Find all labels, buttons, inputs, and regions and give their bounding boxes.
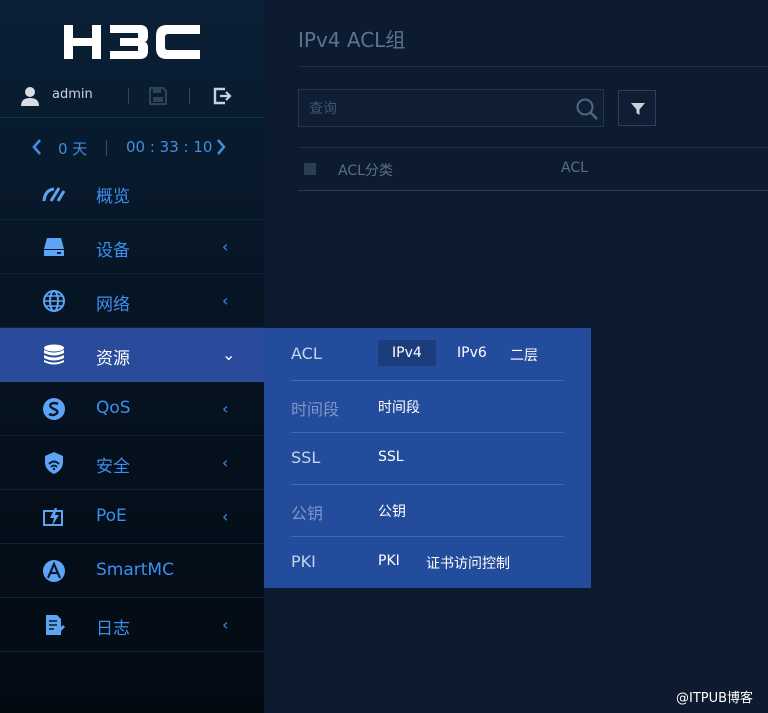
device-drive-icon <box>44 238 64 256</box>
chevron-left-icon: ‹ <box>222 507 229 526</box>
sidebar-item-network[interactable]: 网络 ‹ <box>0 274 264 328</box>
poe-power-icon <box>43 508 63 526</box>
sidebar-item-label: SmartMC <box>96 560 174 580</box>
search-input[interactable] <box>307 98 561 120</box>
sidebar-item-label: QoS <box>96 398 131 418</box>
flyout-category: PKI <box>291 552 316 571</box>
column-header-acl[interactable]: ACL <box>561 160 588 176</box>
flyout-link-ssl[interactable]: SSL <box>378 449 404 465</box>
flyout-row-public-key: 公钥 公钥 <box>291 484 564 537</box>
uptime-days: 0 天 <box>58 140 88 158</box>
sidebar-item-security[interactable]: 安全 ‹ <box>0 436 264 490</box>
flyout-row-pki: PKI PKI 证书访问控制 <box>291 536 564 588</box>
username[interactable]: admin <box>52 87 93 102</box>
flyout-row-acl: ACL IPv4 IPv6 二层 <box>291 328 564 381</box>
sidebar-item-label: 设备 <box>96 241 130 261</box>
database-stack-icon <box>44 344 64 365</box>
qos-icon <box>43 398 65 420</box>
toolbar-separator <box>189 88 190 104</box>
select-all-checkbox[interactable] <box>304 163 316 175</box>
sidebar-item-qos[interactable]: QoS ‹ <box>0 382 264 436</box>
sidebar-item-device[interactable]: 设备 ‹ <box>0 220 264 274</box>
column-header-acl-type[interactable]: ACL分类 <box>338 160 393 180</box>
flyout-link-time-range[interactable]: 时间段 <box>378 397 420 417</box>
flyout-row-ssl: SSL SSL <box>291 432 564 485</box>
page-title: IPv4 ACL组 <box>298 28 406 52</box>
chevron-left-icon: ‹ <box>222 615 229 634</box>
flyout-link-ipv4[interactable]: IPv4 <box>378 340 436 366</box>
resources-flyout-menu: ACL IPv4 IPv6 二层 时间段 时间段 SSL SSL 公钥 公钥 P… <box>264 328 591 588</box>
network-globe-icon <box>43 290 65 312</box>
sidebar-item-log[interactable]: 日志 ‹ <box>0 598 264 652</box>
search-box[interactable] <box>298 89 604 127</box>
sidebar: admin 0 天 00 : 33 : 10 概览 设备 ‹ 网络 ‹ 资源 ⌄… <box>0 0 264 713</box>
flyout-category: 公钥 <box>291 504 324 523</box>
sidebar-item-label: 网络 <box>96 295 130 315</box>
chevron-left-icon: ‹ <box>222 399 229 418</box>
flyout-category: SSL <box>291 448 321 467</box>
save-icon[interactable] <box>148 86 168 106</box>
chevron-right-icon[interactable] <box>216 139 226 159</box>
user-icon <box>21 87 39 106</box>
chevron-down-icon: ⌄ <box>222 345 236 364</box>
sidebar-item-label: 概览 <box>96 187 130 207</box>
watermark-text: @ITPUB博客 <box>676 691 754 706</box>
chevron-left-icon[interactable] <box>32 139 42 159</box>
dashboard-gauge-icon <box>42 187 66 202</box>
sidebar-item-smartmc[interactable]: SmartMC <box>0 544 264 598</box>
security-shield-icon <box>45 452 63 474</box>
uptime-timer: 0 天 00 : 33 : 10 <box>0 136 264 160</box>
chevron-left-icon: ‹ <box>222 291 229 310</box>
h3c-logo <box>64 25 200 59</box>
uptime-clock: 00 : 33 : 10 <box>126 138 213 156</box>
flyout-link-layer2[interactable]: 二层 <box>510 345 538 365</box>
user-toolbar: admin <box>0 80 264 112</box>
filter-icon <box>631 103 645 115</box>
log-document-icon <box>46 615 66 636</box>
title-divider <box>298 66 768 67</box>
sidebar-item-overview[interactable]: 概览 <box>0 166 264 220</box>
toolbar-separator <box>128 88 129 104</box>
logout-icon[interactable] <box>212 86 232 106</box>
sidebar-divider <box>0 117 264 118</box>
flyout-link-ipv6[interactable]: IPv6 <box>457 345 487 361</box>
table-header: ACL分类 ACL <box>298 147 768 191</box>
flyout-row-time-range: 时间段 时间段 <box>291 380 564 433</box>
sidebar-item-label: 安全 <box>96 457 130 477</box>
flyout-link-cert-access-control[interactable]: 证书访问控制 <box>426 553 510 573</box>
sidebar-item-label: 资源 <box>96 349 130 369</box>
filter-button[interactable] <box>618 90 656 126</box>
timer-separator <box>106 140 107 156</box>
search-icon[interactable] <box>575 97 599 121</box>
flyout-link-pki[interactable]: PKI <box>378 553 400 569</box>
chevron-left-icon: ‹ <box>222 237 229 256</box>
flyout-link-public-key[interactable]: 公钥 <box>378 501 406 521</box>
sidebar-item-label: PoE <box>96 506 127 526</box>
chevron-left-icon: ‹ <box>222 453 229 472</box>
sidebar-item-resources[interactable]: 资源 ⌄ <box>0 328 264 382</box>
flyout-category: 时间段 <box>291 400 340 419</box>
smartmc-icon <box>43 560 65 582</box>
sidebar-item-label: 日志 <box>96 619 130 639</box>
flyout-category: ACL <box>291 344 322 363</box>
sidebar-item-poe[interactable]: PoE ‹ <box>0 490 264 544</box>
